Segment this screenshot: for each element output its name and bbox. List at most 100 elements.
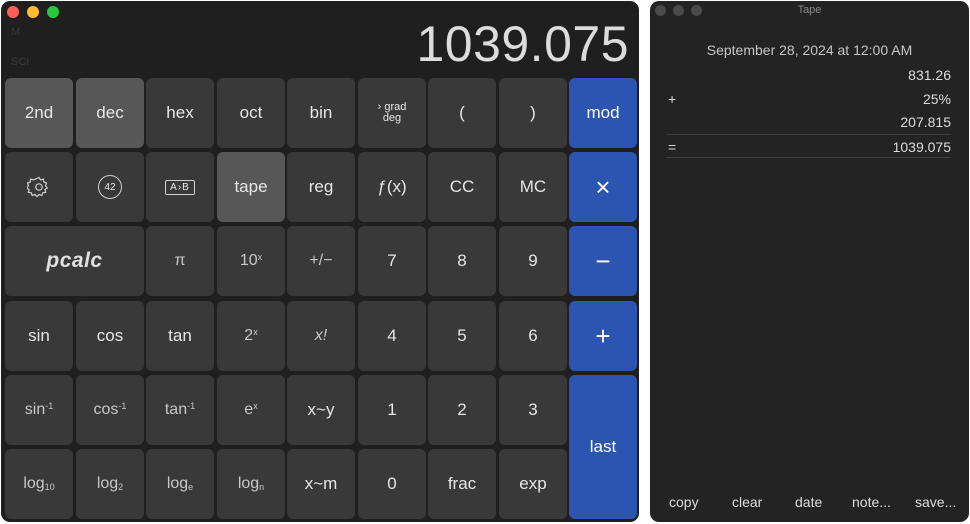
log10-label: log bbox=[23, 475, 45, 492]
pcalc-logo: pcalc bbox=[46, 249, 103, 272]
factorial-key[interactable]: x! bbox=[287, 301, 355, 371]
digit-2-key[interactable]: 2 bbox=[428, 375, 496, 445]
log2-base: 2 bbox=[118, 482, 124, 492]
tape-window-title: Tape bbox=[797, 4, 822, 16]
plus-minus-key[interactable]: +/− bbox=[287, 226, 355, 296]
fraction-key[interactable]: frac bbox=[428, 449, 496, 519]
tape-value: 25% bbox=[922, 91, 951, 107]
asin-key[interactable]: sin -1 bbox=[5, 375, 73, 445]
tape-total-row: = 1039.075 bbox=[666, 134, 951, 158]
minus-key[interactable]: − bbox=[569, 226, 637, 296]
tape-value: 207.815 bbox=[900, 114, 951, 130]
acos-label: cos bbox=[93, 401, 119, 418]
memory-clear-key[interactable]: MC bbox=[499, 152, 567, 222]
logn-label: log bbox=[237, 475, 260, 492]
constants-key[interactable]: 42 bbox=[76, 152, 144, 222]
pcalc-brand-key[interactable]: pcalc bbox=[5, 226, 144, 296]
constant-badge: 42 bbox=[98, 175, 122, 199]
asin-exp: -1 bbox=[45, 401, 54, 411]
digit-5-key[interactable]: 5 bbox=[428, 301, 496, 371]
mode-indicator: SCI bbox=[11, 56, 30, 68]
window-controls bbox=[7, 6, 59, 18]
tape-date: September 28, 2024 at 12:00 AM bbox=[706, 42, 913, 58]
angle-deg-label: deg bbox=[382, 112, 402, 124]
hex-mode-key[interactable]: hex bbox=[146, 78, 214, 148]
tape-note-button[interactable]: note... bbox=[852, 494, 891, 510]
e-power-exp: x bbox=[253, 401, 258, 411]
digit-4-key[interactable]: 4 bbox=[358, 301, 426, 371]
swap-xm-key[interactable]: x~m bbox=[287, 449, 355, 519]
tape-window: Tape September 28, 2024 at 12:00 AM 831.… bbox=[650, 1, 969, 522]
acos-exp: -1 bbox=[118, 401, 127, 411]
second-function-key[interactable]: 2nd bbox=[5, 78, 73, 148]
cos-key[interactable]: cos bbox=[76, 301, 144, 371]
two-power-key[interactable]: 2x bbox=[217, 301, 285, 371]
angle-mode-key[interactable]: › grad deg bbox=[358, 78, 426, 148]
sin-key[interactable]: sin bbox=[5, 301, 73, 371]
logn-base: n bbox=[259, 482, 265, 492]
loge-base: e bbox=[188, 482, 194, 492]
result-display: 1039.075 bbox=[416, 16, 629, 72]
tan-key[interactable]: tan bbox=[146, 301, 214, 371]
e-power-base: e bbox=[244, 401, 254, 418]
ten-power-key[interactable]: 10 x bbox=[217, 226, 285, 296]
last-key[interactable]: last bbox=[569, 375, 637, 519]
tape-row: 831.26 bbox=[666, 63, 951, 86]
tape-save-button[interactable]: save... bbox=[915, 494, 956, 510]
log10-key[interactable]: log 10 bbox=[5, 449, 73, 519]
multiply-key[interactable]: × bbox=[569, 152, 637, 222]
convert-icon: A›B bbox=[165, 179, 195, 195]
loge-key[interactable]: log e bbox=[146, 449, 214, 519]
tape-row: 207.815 bbox=[666, 110, 951, 133]
asin-label: sin bbox=[24, 401, 46, 418]
gear-icon bbox=[27, 176, 49, 198]
minimize-window-button[interactable] bbox=[27, 6, 39, 18]
function-key[interactable]: ƒ(x) bbox=[358, 152, 426, 222]
conversions-key[interactable]: A›B bbox=[146, 152, 214, 222]
mod-key[interactable]: mod bbox=[569, 78, 637, 148]
decimal-mode-key[interactable]: dec bbox=[76, 78, 144, 148]
tape-value: 1039.075 bbox=[892, 139, 951, 155]
digit-6-key[interactable]: 6 bbox=[499, 301, 567, 371]
digit-0-key[interactable]: 0 bbox=[358, 449, 426, 519]
atan-label: tan bbox=[164, 401, 188, 418]
digit-3-key[interactable]: 3 bbox=[499, 375, 567, 445]
digit-8-key[interactable]: 8 bbox=[428, 226, 496, 296]
open-paren-key[interactable]: ( bbox=[428, 78, 496, 148]
clear-key[interactable]: CC bbox=[428, 152, 496, 222]
digit-1-key[interactable]: 1 bbox=[358, 375, 426, 445]
close-paren-key[interactable]: ) bbox=[499, 78, 567, 148]
octal-mode-key[interactable]: oct bbox=[217, 78, 285, 148]
atan-key[interactable]: tan -1 bbox=[146, 375, 214, 445]
log2-label: log bbox=[96, 475, 119, 492]
exponent-key[interactable]: exp bbox=[499, 449, 567, 519]
logn-key[interactable]: log n bbox=[217, 449, 285, 519]
swap-xy-key[interactable]: x~y bbox=[287, 375, 355, 445]
tape-operator: = bbox=[668, 139, 677, 155]
close-window-button[interactable] bbox=[7, 6, 19, 18]
settings-key[interactable] bbox=[5, 152, 73, 222]
tape-operator: + bbox=[668, 91, 677, 107]
tape-key[interactable]: tape bbox=[217, 152, 285, 222]
tape-value: 831.26 bbox=[908, 67, 951, 83]
register-key[interactable]: reg bbox=[287, 152, 355, 222]
plus-key[interactable]: + bbox=[569, 301, 637, 371]
tape-date-button[interactable]: date bbox=[795, 494, 822, 510]
log10-base: 10 bbox=[44, 482, 55, 492]
tape-divider bbox=[666, 157, 951, 159]
tape-clear-button[interactable]: clear bbox=[732, 494, 762, 510]
two-power-exp: x bbox=[253, 327, 258, 337]
log2-key[interactable]: log 2 bbox=[76, 449, 144, 519]
digit-9-key[interactable]: 9 bbox=[499, 226, 567, 296]
binary-mode-key[interactable]: bin bbox=[287, 78, 355, 148]
zoom-window-button[interactable] bbox=[47, 6, 59, 18]
digit-7-key[interactable]: 7 bbox=[358, 226, 426, 296]
calculator-window: M SCI 1039.075 2nd dec hex oct bin › gra… bbox=[1, 1, 639, 522]
tape-copy-button[interactable]: copy bbox=[669, 494, 699, 510]
pi-key[interactable]: π bbox=[146, 226, 214, 296]
acos-key[interactable]: cos -1 bbox=[76, 375, 144, 445]
e-power-key[interactable]: ex bbox=[217, 375, 285, 445]
loge-label: log bbox=[166, 475, 189, 492]
two-power-base: 2 bbox=[244, 327, 254, 344]
tape-toolbar: copy clear date note... save... bbox=[650, 494, 969, 514]
